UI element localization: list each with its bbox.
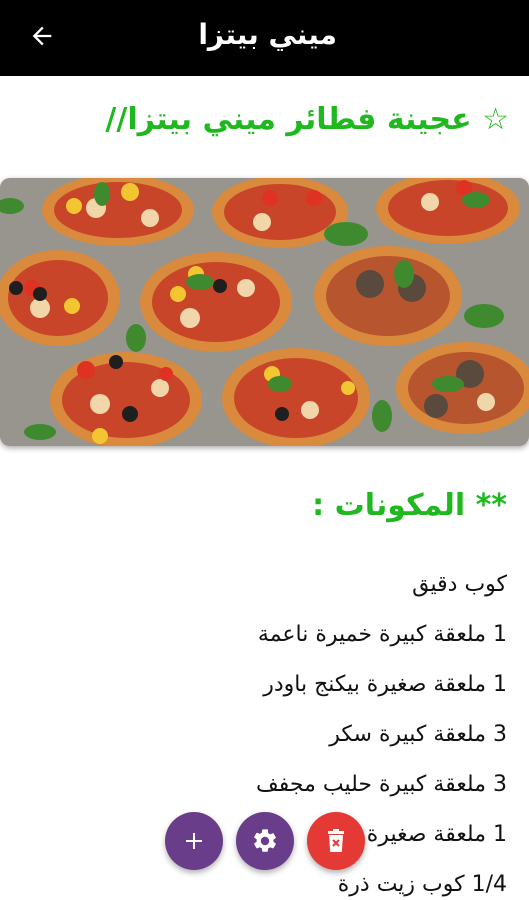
ingredient-item: 1 ملعقة صغيرة بيكنج باودر	[263, 672, 507, 697]
ingredient-item: 3 ملعقة كبيرة سكر	[329, 722, 507, 747]
recipe-content[interactable]: ☆ عجينة فطائر ميني بيتزا// ** المكونات:…	[0, 76, 529, 900]
recipe-image	[0, 178, 529, 446]
ingredient-item: 1/4 كوب زيت ذرة	[337, 872, 507, 897]
recipe-title: ☆ عجينة فطائر ميني بيتزا//	[105, 102, 509, 137]
delete-icon	[328, 829, 344, 852]
page-title: ميني بيتزا	[198, 18, 337, 51]
plus-icon	[186, 833, 202, 849]
app-bar: ميني بيتزا	[0, 0, 529, 76]
gear-icon	[254, 829, 276, 852]
ingredients-list: كوب دقيق 1 ملعقة كبيرة خميرة ناعمة 1 ملع…	[256, 570, 507, 900]
ingredient-item: 1 ملعقة كبيرة خميرة ناعمة	[257, 622, 507, 647]
mini-pizzas-photo	[0, 178, 529, 446]
delete-button[interactable]	[307, 812, 365, 870]
ingredients-heading: ** المكونات :	[312, 488, 507, 523]
ingredient-item: كوب دقيق	[412, 572, 507, 597]
arrow-back-icon	[32, 26, 52, 46]
settings-button[interactable]	[236, 812, 294, 870]
back-button[interactable]	[20, 16, 64, 56]
add-button[interactable]	[165, 812, 223, 870]
ingredient-item: 3 ملعقة كبيرة حليب مجفف	[255, 772, 507, 797]
